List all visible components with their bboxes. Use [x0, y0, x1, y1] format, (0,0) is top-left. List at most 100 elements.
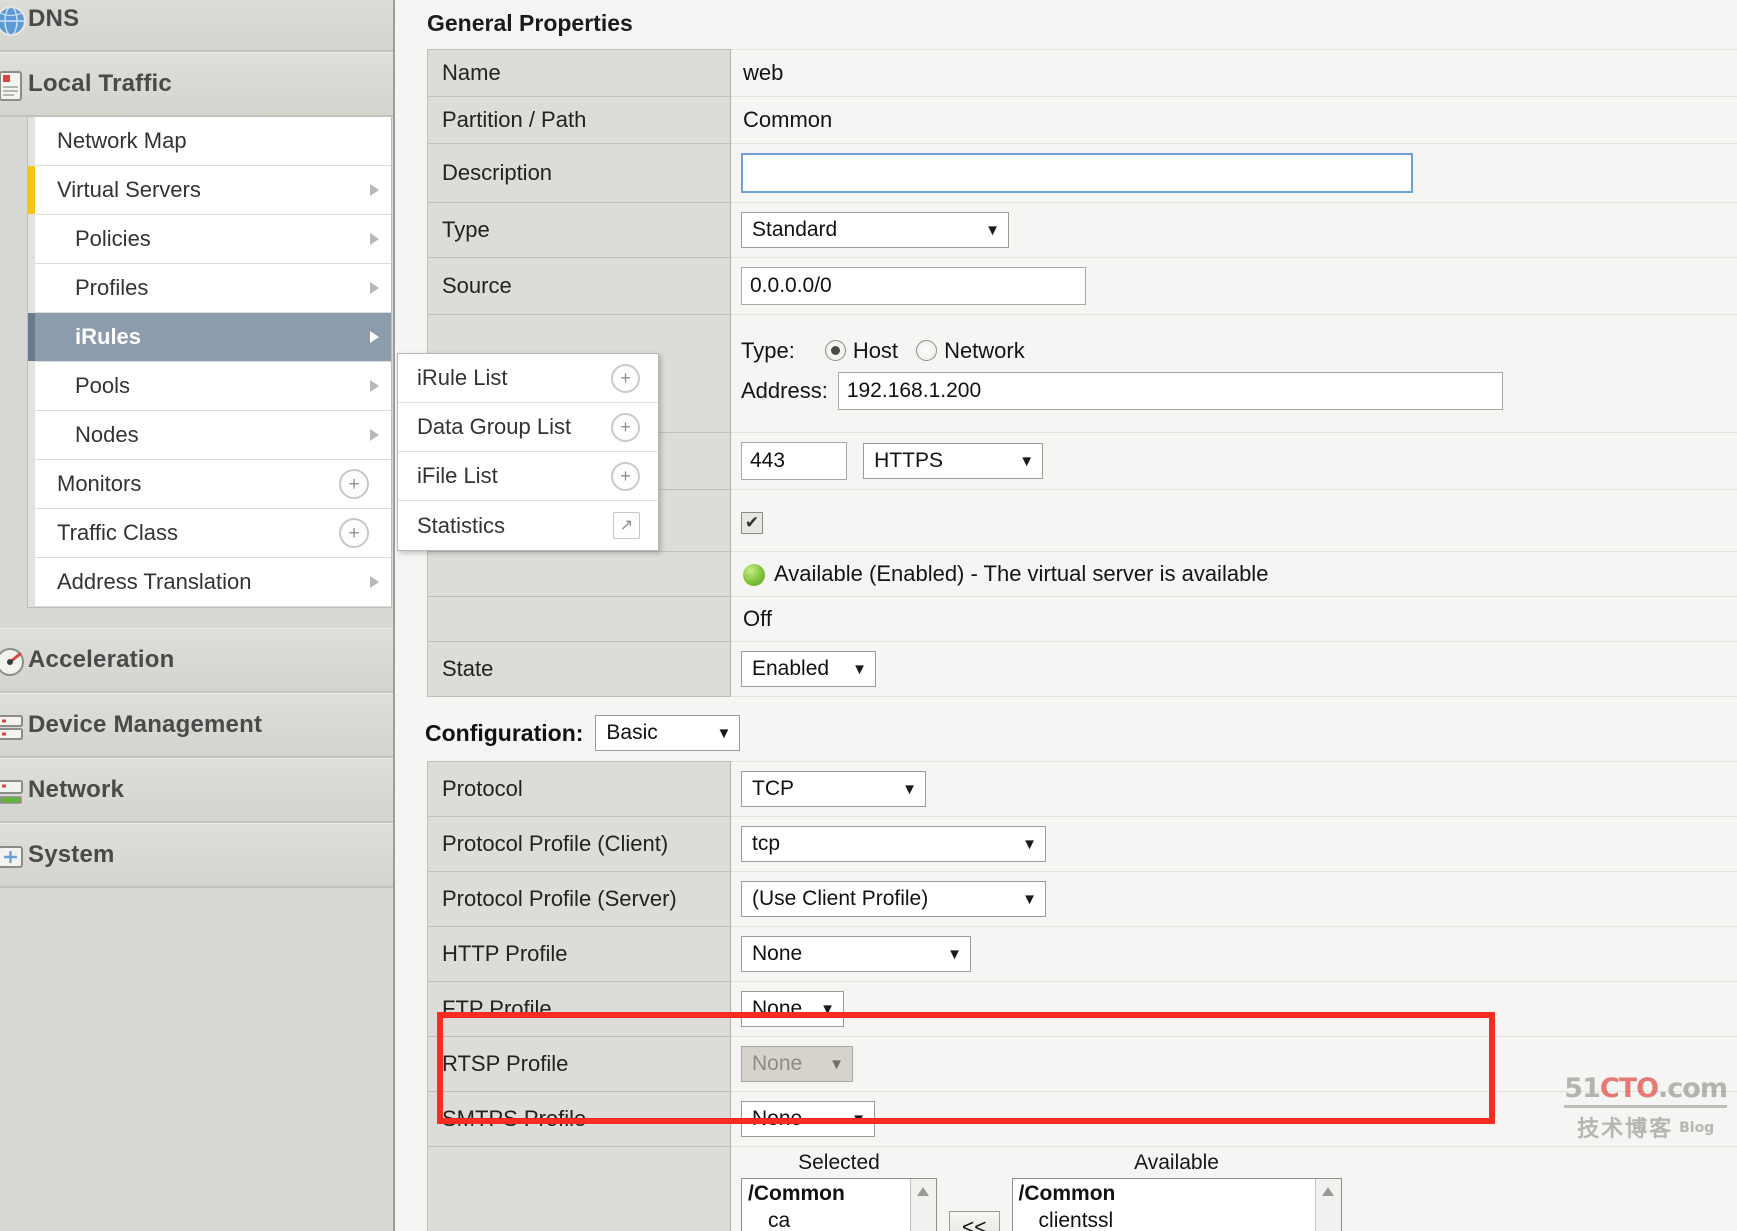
available-list-scrollbar[interactable] — [1314, 1179, 1341, 1231]
plus-circle-icon[interactable]: + — [611, 461, 640, 491]
status-dot-icon — [743, 564, 765, 587]
scroll-up-icon[interactable] — [1321, 1187, 1334, 1196]
available-list-header: Available — [1134, 1151, 1219, 1174]
ftp-profile-value: None — [752, 997, 803, 1020]
smtps-profile-select[interactable]: None ▼ — [741, 1101, 875, 1137]
sidebar-module-acceleration[interactable]: Acceleration — [0, 628, 393, 693]
plus-circle-icon[interactable]: + — [611, 412, 640, 442]
sidebar-item-virtual-servers[interactable]: Virtual Servers — [28, 166, 391, 215]
flyout-item-label: Statistics — [417, 512, 506, 538]
chevron-down-icon: ▼ — [851, 1110, 866, 1128]
sidebar-module-local-traffic[interactable]: Local Traffic — [0, 52, 393, 117]
configuration-mode-select[interactable]: Basic ▼ — [595, 715, 741, 751]
sidebar-item-profiles[interactable]: Profiles — [35, 264, 391, 313]
description-input[interactable] — [741, 153, 1413, 193]
chevron-right-icon — [370, 331, 379, 343]
sidebar-item-label: Monitors — [57, 471, 142, 496]
sidebar-module-system[interactable]: System — [0, 823, 393, 888]
list-item[interactable]: /Common — [742, 1179, 936, 1206]
protocol-profile-client-select[interactable]: tcp ▼ — [741, 826, 1046, 862]
sidebar-item-label: Profiles — [75, 275, 149, 300]
http-profile-select[interactable]: None ▼ — [741, 936, 971, 972]
table-row-ssl-profile-client: SSL Profile (Client) Selected /Common ca — [427, 1146, 1737, 1231]
sidebar-module-label: Local Traffic — [28, 70, 172, 97]
list-item[interactable]: /Common — [1013, 1179, 1341, 1206]
radio-network[interactable] — [916, 340, 938, 361]
chevron-down-icon: ▼ — [820, 1000, 835, 1018]
list-item[interactable]: ca — [742, 1206, 936, 1231]
chevron-down-icon: ▼ — [852, 660, 867, 678]
ssl-selected-listbox[interactable]: /Common ca — [741, 1178, 937, 1231]
destination-type-group: Type: Host Network — [741, 338, 1737, 364]
protocol-profile-client-value: tcp — [752, 832, 781, 855]
service-port-input[interactable] — [741, 442, 847, 480]
row-label: RTSP Profile — [427, 1036, 731, 1092]
page-title: General Properties — [427, 10, 633, 36]
sidebar-item-traffic-class[interactable]: Traffic Class + — [35, 509, 391, 558]
sidebar-module-dns[interactable]: DNS — [0, 0, 393, 52]
row-label: HTTP Profile — [427, 926, 731, 982]
flyout-item-data-group-list[interactable]: Data Group List + — [398, 403, 658, 452]
row-value-name: web — [730, 49, 1737, 97]
row-value-service-port: HTTPS ▼ — [730, 432, 1737, 490]
sidebar-item-monitors[interactable]: Monitors + — [35, 460, 391, 509]
scroll-up-icon[interactable] — [917, 1187, 929, 1196]
destination-address-input[interactable] — [837, 371, 1503, 410]
row-value-syncookie: Off — [730, 596, 1737, 642]
table-row-source: Source — [427, 257, 1737, 315]
sidebar-item-address-translation[interactable]: Address Translation — [35, 558, 391, 607]
sidebar-item-irules[interactable]: iRules — [28, 313, 391, 362]
flyout-item-statistics[interactable]: Statistics ↗ — [398, 501, 658, 550]
protocol-select[interactable]: TCP ▼ — [741, 771, 926, 807]
sidebar-item-label: Policies — [75, 226, 151, 251]
type-select-value: Standard — [752, 218, 838, 241]
row-label: Protocol Profile (Client) — [427, 816, 731, 872]
source-input[interactable] — [741, 267, 1086, 305]
watermark-cn: 技术博客 — [1577, 1117, 1674, 1142]
move-left-button[interactable]: << — [949, 1211, 1000, 1231]
sidebar-item-pools[interactable]: Pools — [35, 362, 391, 411]
service-port-select[interactable]: HTTPS ▼ — [863, 443, 1044, 480]
chevron-down-icon: ▼ — [947, 945, 962, 963]
radio-host[interactable] — [824, 340, 846, 361]
plus-circle-icon[interactable]: + — [339, 518, 369, 548]
sidebar-item-policies[interactable]: Policies — [35, 215, 391, 264]
ftp-profile-select[interactable]: None ▼ — [741, 991, 844, 1027]
flyout-item-irule-list[interactable]: iRule List + — [398, 354, 658, 403]
protocol-profile-server-value: (Use Client Profile) — [752, 887, 929, 910]
type-select[interactable]: Standard ▼ — [741, 212, 1009, 248]
list-item[interactable]: clientssl — [1013, 1206, 1341, 1231]
row-value-description — [730, 143, 1737, 203]
watermark-logo: 51CTO.com 技术博客 Blog — [1564, 1073, 1728, 1143]
row-value-notify: ✔ — [730, 489, 1737, 552]
row-label: SMTPS Profile — [427, 1091, 731, 1147]
flyout-item-ifile-list[interactable]: iFile List + — [398, 452, 658, 501]
ssl-selected-column: Selected /Common ca — [741, 1151, 937, 1231]
plus-circle-icon[interactable]: + — [339, 469, 369, 499]
sidebar-module-network[interactable]: Network — [0, 758, 393, 823]
state-select[interactable]: Enabled ▼ — [741, 651, 876, 687]
sidebar-item-label: Address Translation — [57, 569, 252, 594]
external-link-icon[interactable]: ↗ — [613, 512, 640, 539]
destination-type-label: Type: — [741, 337, 795, 363]
sidebar-item-nodes[interactable]: Nodes — [35, 411, 391, 460]
protocol-profile-server-select[interactable]: (Use Client Profile) ▼ — [741, 881, 1046, 917]
watermark-cto: CTO — [1599, 1073, 1659, 1104]
row-value-ftp-profile: None ▼ — [730, 981, 1737, 1037]
table-row-type: Type Standard ▼ — [427, 202, 1737, 258]
selected-list-scrollbar[interactable] — [910, 1179, 936, 1231]
table-row-protocol-profile-client: Protocol Profile (Client) tcp ▼ — [427, 816, 1737, 872]
radio-network-label: Network — [944, 337, 1025, 363]
book-icon — [0, 69, 28, 103]
plus-circle-icon[interactable]: + — [611, 363, 640, 393]
flyout-item-label: Data Group List — [417, 414, 572, 439]
ssl-available-listbox[interactable]: /Common clientssl clientssl-insecure-com… — [1011, 1178, 1342, 1231]
sidebar-module-label: Network — [28, 776, 125, 803]
row-value-partition: Common — [730, 96, 1737, 144]
notify-checkbox[interactable]: ✔ — [741, 511, 763, 534]
sidebar-item-label: Pools — [75, 373, 131, 398]
sidebar-module-label: Device Management — [28, 711, 263, 738]
destination-address-label: Address: — [741, 377, 828, 403]
sidebar-item-network-map[interactable]: Network Map — [35, 117, 391, 166]
sidebar-module-device-management[interactable]: Device Management — [0, 693, 393, 758]
